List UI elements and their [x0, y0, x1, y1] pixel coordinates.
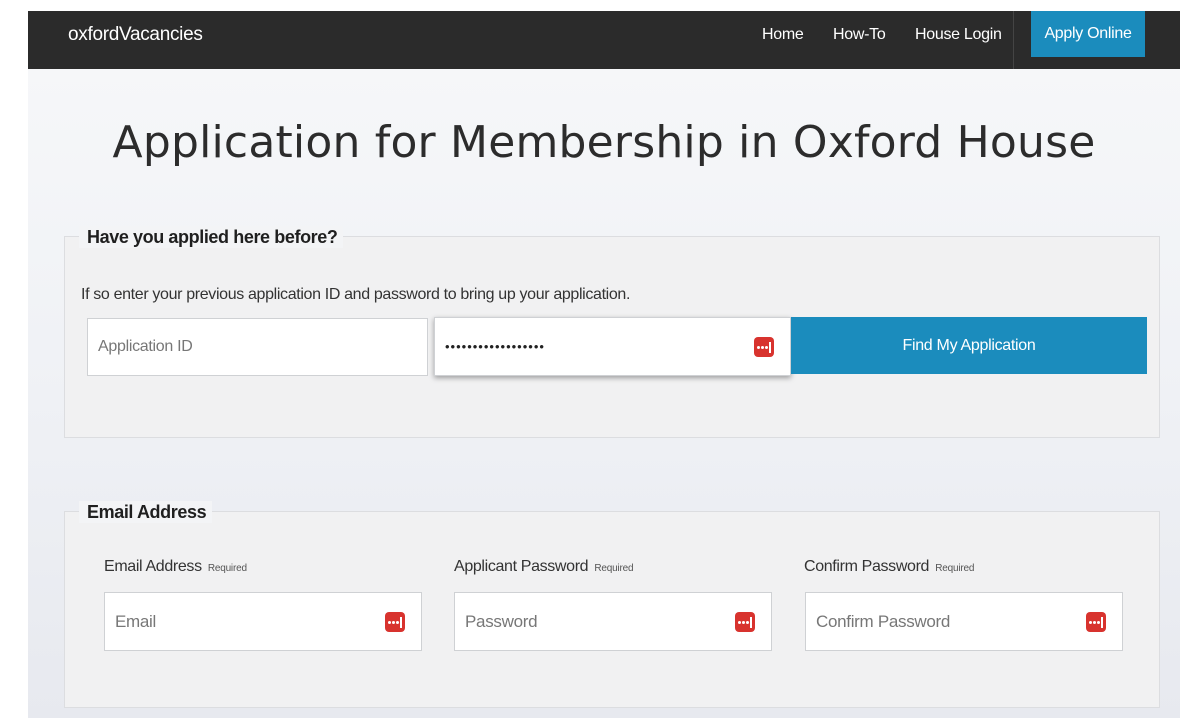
- email-label-text: Email Address: [104, 558, 202, 575]
- previous-application-panel: Have you applied here before? If so ente…: [64, 226, 1160, 438]
- application-password-field: [434, 317, 791, 376]
- application-id-field: [87, 318, 428, 376]
- email-required-tag: Required: [207, 563, 247, 574]
- find-my-application-button[interactable]: Find My Application: [791, 317, 1147, 374]
- previous-application-intro: If so enter your previous application ID…: [81, 286, 631, 303]
- password-manager-icon[interactable]: [385, 611, 405, 632]
- nav-divider: [1013, 11, 1014, 69]
- nav-link-home[interactable]: Home: [762, 11, 804, 59]
- application-password-input[interactable]: [435, 318, 790, 375]
- previous-application-legend: Have you applied here before?: [79, 226, 344, 248]
- applicant-password-field: [454, 592, 772, 651]
- applicant-password-label-text: Applicant Password: [454, 558, 589, 575]
- apply-online-button[interactable]: Apply Online: [1031, 11, 1145, 57]
- applicant-password-input[interactable]: [455, 593, 771, 650]
- page-title: Application for Membership in Oxford Hou…: [112, 117, 1096, 168]
- email-label: Email Address Required: [104, 558, 247, 576]
- email-address-panel: Email Address Email Address Required App…: [64, 501, 1160, 708]
- brand-logo[interactable]: oxfordVacancies: [68, 11, 203, 59]
- nav-link-house-login[interactable]: House Login: [915, 11, 1002, 59]
- application-id-input[interactable]: [88, 319, 427, 375]
- top-navbar: oxfordVacancies Home How-To House Login …: [28, 11, 1180, 69]
- email-input[interactable]: [105, 593, 421, 650]
- email-address-legend: Email Address: [79, 501, 213, 523]
- password-manager-icon[interactable]: [754, 336, 774, 357]
- confirm-password-label-text: Confirm Password: [804, 558, 930, 575]
- page: oxfordVacancies Home How-To House Login …: [28, 11, 1180, 718]
- confirm-password-label: Confirm Password Required: [804, 558, 974, 576]
- confirm-password-input[interactable]: [806, 593, 1122, 650]
- confirm-password-field: [805, 592, 1123, 651]
- applicant-password-required-tag: Required: [594, 563, 634, 574]
- nav-link-how-to[interactable]: How-To: [833, 11, 886, 59]
- applicant-password-label: Applicant Password Required: [454, 558, 634, 576]
- password-manager-icon[interactable]: [1086, 611, 1106, 632]
- confirm-password-required-tag: Required: [935, 563, 975, 574]
- password-manager-icon[interactable]: [735, 611, 755, 632]
- email-field: [104, 592, 422, 651]
